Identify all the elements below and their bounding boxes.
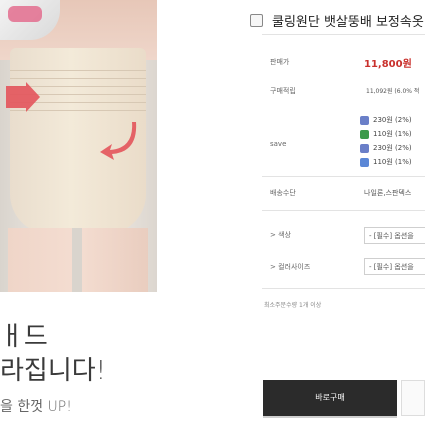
checkbox-icon[interactable] (250, 14, 263, 27)
divider (262, 34, 425, 35)
coupon-row: 230원 (2%) (360, 143, 412, 153)
divider (262, 210, 425, 211)
coupon-text: 230원 (2%) (373, 116, 412, 124)
garment-band (10, 78, 146, 79)
shipping-value: 나일론,스판덱스 (364, 189, 412, 197)
product-title: 쿨링원단 뱃살뚱배 보정속옷 (272, 15, 424, 30)
arrow-curve-icon (100, 122, 137, 160)
garment-band (10, 70, 146, 71)
coupon-text: 110원 (1%) (373, 158, 412, 166)
photo-leg-gap (72, 228, 82, 292)
divider (262, 176, 425, 177)
reward-label: 구매적립 (270, 87, 296, 95)
buy-now-button[interactable]: 바로구매 (263, 380, 397, 416)
coupon-icon (360, 157, 369, 167)
divider (262, 288, 425, 289)
option-size-select[interactable]: - [필수] 옵션을 (364, 258, 425, 275)
option-color-label: > 색상 (270, 231, 291, 239)
banner-line-2: 라집니다! (0, 356, 107, 386)
coupon-text: 230원 (2%) (373, 144, 412, 152)
coupon-icon (360, 143, 369, 153)
sale-price-label: 판매가 (270, 58, 290, 66)
option-color-select[interactable]: - [필수] 옵션을 (364, 227, 425, 244)
coupon-icon (360, 129, 369, 139)
coupon-text: 110원 (1%) (373, 130, 412, 138)
option-size-label: > 컬러사이즈 (270, 263, 311, 271)
shirt-print (8, 6, 42, 22)
coupon-row: 110원 (1%) (360, 157, 412, 167)
reward-value: 11,092원 (6.0% 적 (366, 88, 420, 95)
coupon-icon (360, 115, 369, 125)
save-label: save (270, 140, 287, 148)
button-underline (263, 416, 397, 418)
coupon-row: 110원 (1%) (360, 129, 412, 139)
product-photo (0, 0, 157, 292)
cart-button[interactable] (401, 380, 425, 416)
sale-price: 11,800원 (364, 59, 412, 70)
banner-line-1: ㅐ드 (0, 322, 48, 352)
banner-line-3: 을 한껏 UP! (0, 399, 72, 415)
arrow-right-icon (6, 82, 40, 112)
shipping-label: 배송수단 (270, 189, 296, 197)
min-order-note: 최소주문수량 1개 이상 (264, 302, 322, 309)
coupon-row: 230원 (2%) (360, 115, 412, 125)
